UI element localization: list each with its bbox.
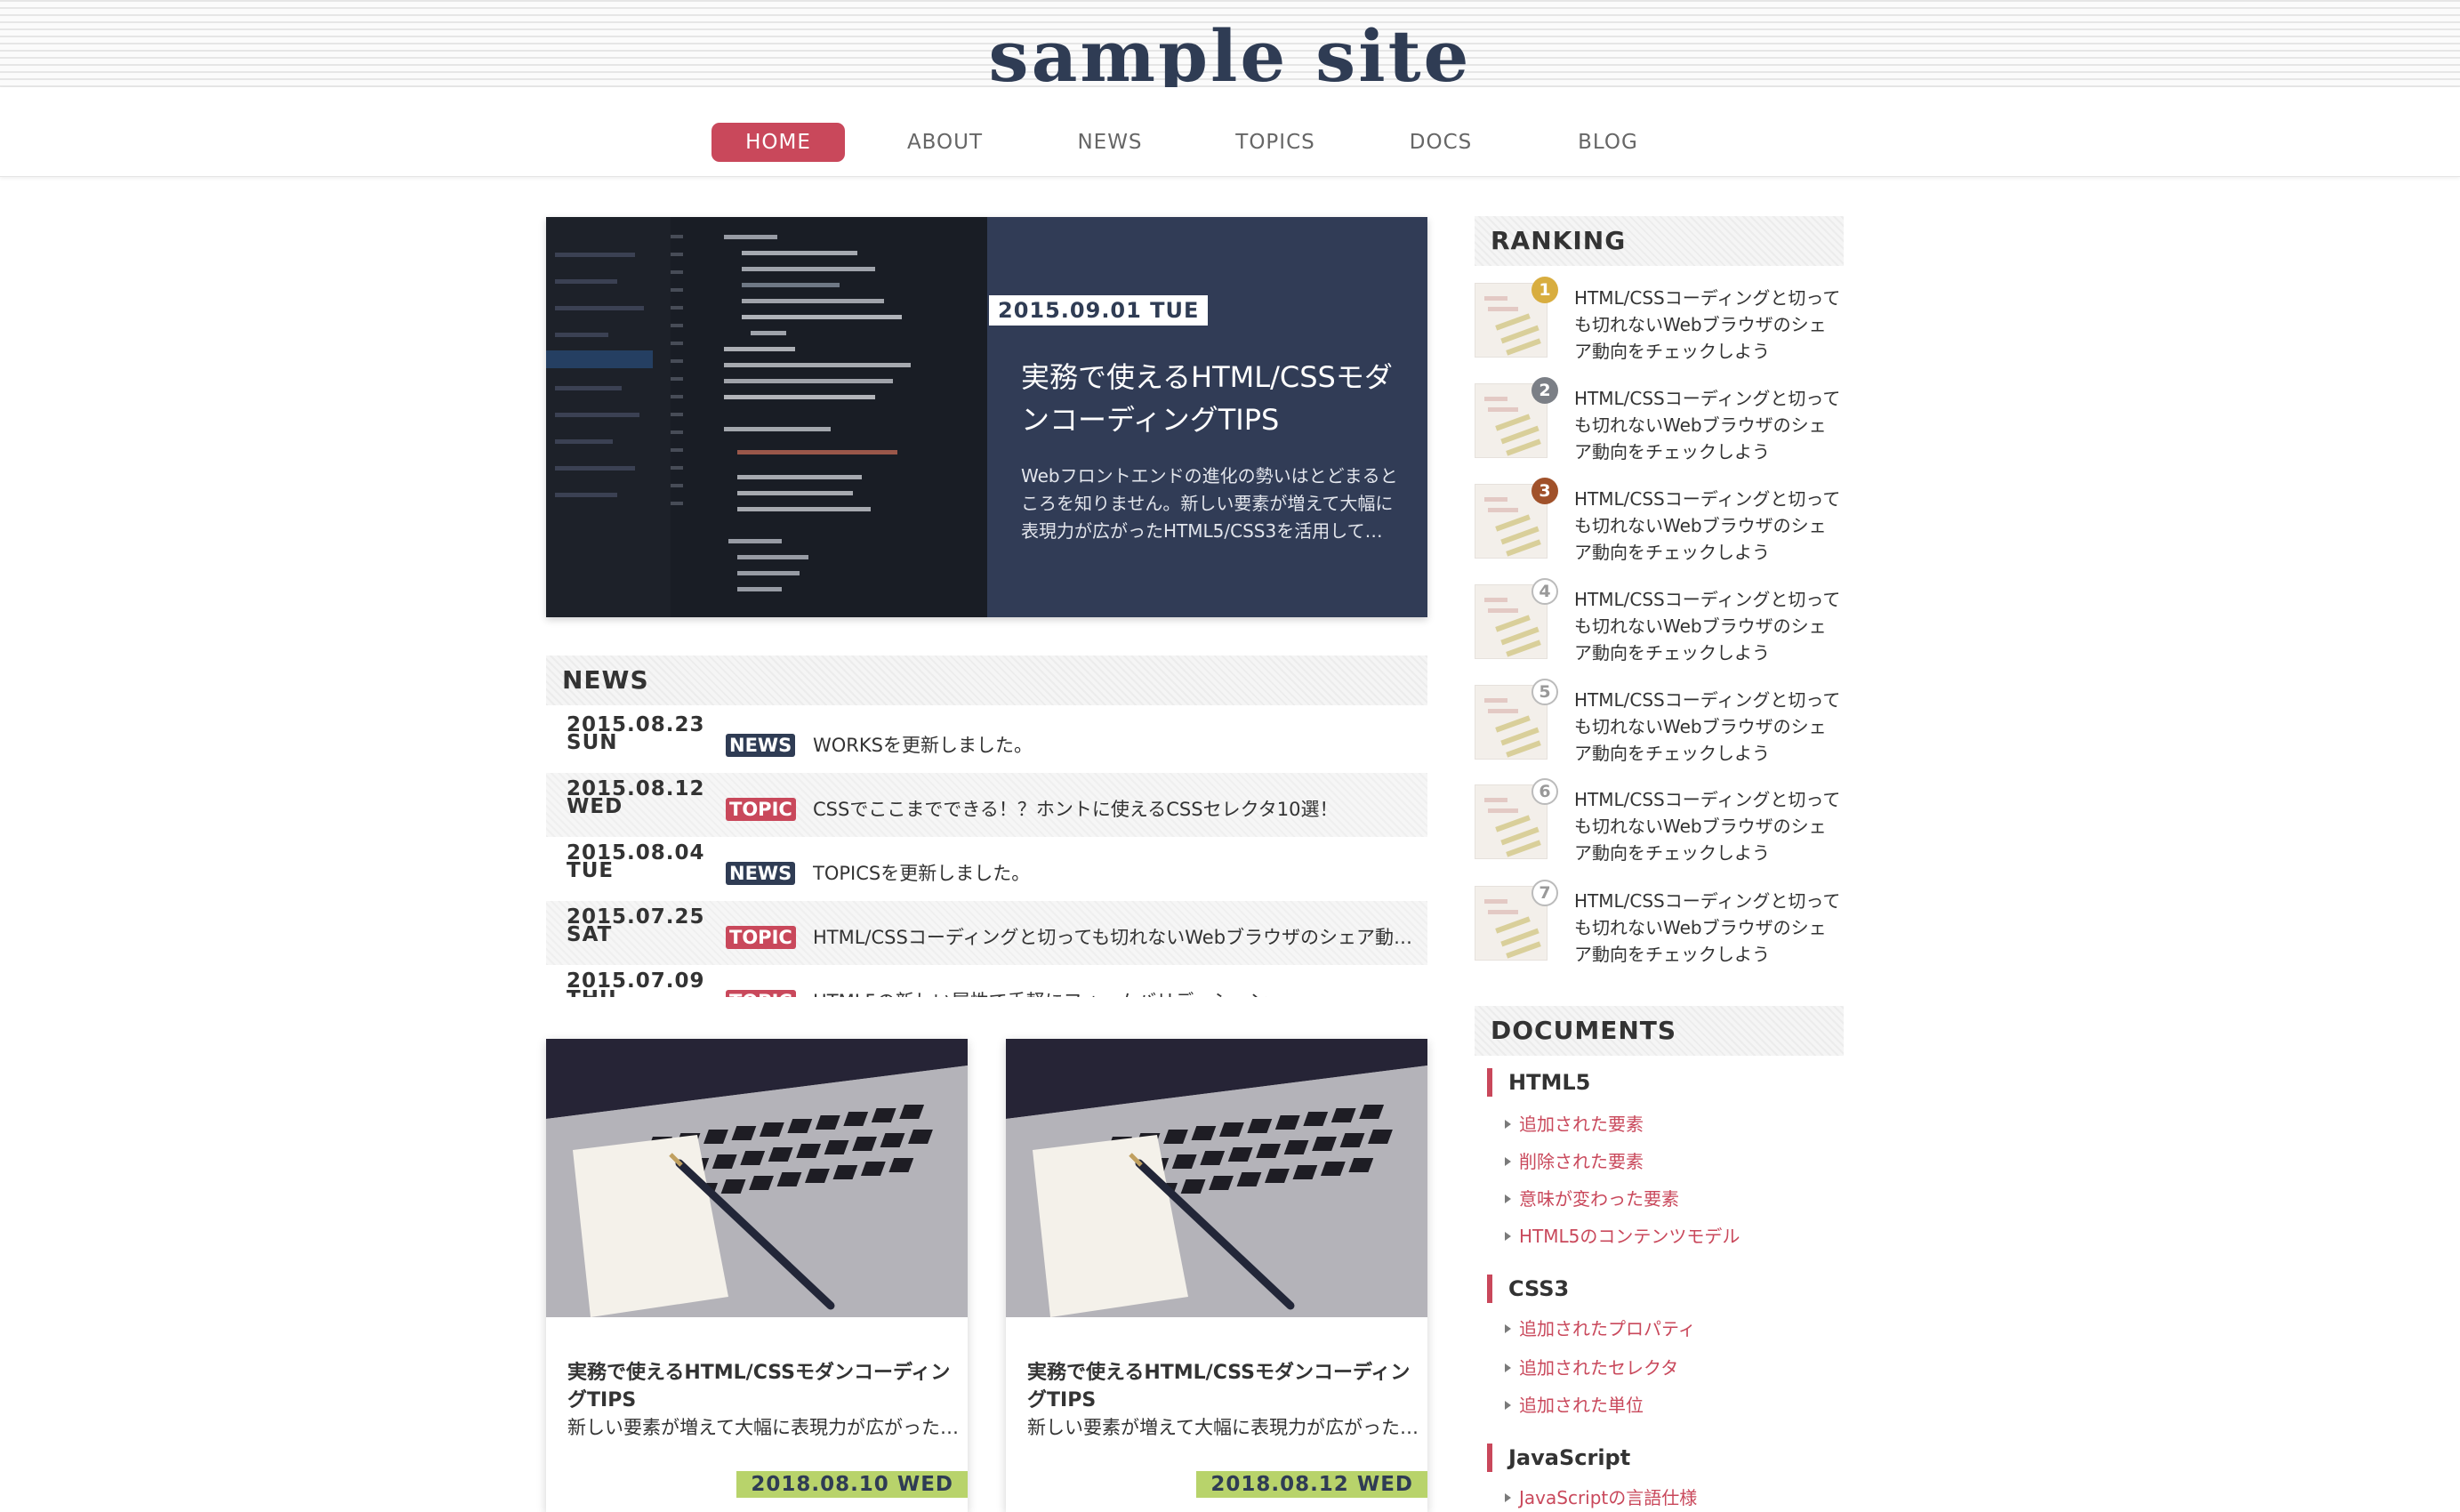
card-title[interactable]: 実務で使えるHTML/CSSモダンコーディングTIPS [1027,1359,1419,1414]
card-description: 新しい要素が増えて大幅に表現力が広がったHTML5/CSS3 [567,1417,959,1438]
news-title[interactable]: WORKSを更新しました。 [813,731,1418,760]
ranking-title[interactable]: HTML/CSSコーディングと切っても切れないWebブラウザのシェア動向をチェッ… [1574,285,1841,365]
global-nav: HOME ABOUT NEWS TOPICS DOCS BLOG [0,87,2460,177]
nav-home[interactable]: HOME [711,123,845,162]
topic-tag: TOPIC [726,926,796,949]
ranking-item[interactable]: 2 HTML/CSSコーディングと切っても切れないWebブラウザのシェア動向をチ… [1475,377,1844,472]
ranking-item[interactable]: 3 HTML/CSSコーディングと切っても切れないWebブラウザのシェア動向をチ… [1475,478,1844,573]
article-card[interactable]: 実務で使えるHTML/CSSモダンコーディングTIPS 新しい要素が増えて大幅に… [1006,1039,1427,1512]
code-editor-image [546,217,987,617]
hero-description: Webフロントエンドの進化の勢いはとどまるところを知りません。新しい要素が増えて… [1021,465,1398,542]
hero-article[interactable]: 2015.09.01 TUE 実務で使えるHTML/CSSモダンコーディングTI… [546,217,1427,617]
doc-category-javascript: JavaScript [1487,1444,1630,1472]
ranking-title[interactable]: HTML/CSSコーディングと切っても切れないWebブラウザのシェア動向をチェッ… [1574,385,1841,465]
news-title[interactable]: CSSでここまでできる！？ホントに使えるCSSセレクタ10選！ [813,795,1418,824]
doc-link[interactable]: 追加されたセレクタ [1505,1355,1678,1381]
ranking-title[interactable]: HTML/CSSコーディングと切っても切れないWebブラウザのシェア動向をチェッ… [1574,486,1841,566]
ranking-item[interactable]: 1 HTML/CSSコーディングと切っても切れないWebブラウザのシェア動向をチ… [1475,277,1844,372]
rank-badge: 7 [1531,880,1558,906]
news-date: 2015.08.12 WED [567,777,705,818]
rank-badge: 5 [1531,679,1558,705]
news-heading: NEWS [546,655,1427,705]
ranking-item[interactable]: 7 HTML/CSSコーディングと切っても切れないWebブラウザのシェア動向をチ… [1475,880,1844,975]
nav-topics[interactable]: TOPICS [1217,123,1334,162]
doc-link[interactable]: 削除された要素 [1505,1148,1644,1175]
news-row[interactable]: 2015.07.09THU TOPIC HTML5の新しい属性で手軽にフォームバ… [546,965,1427,997]
rank-badge: 6 [1531,778,1558,805]
news-title[interactable]: HTML5の新しい属性で手軽にフォームバリデーション [813,987,1418,997]
ranking-heading: RANKING [1475,216,1844,266]
doc-link[interactable]: JavaScriptの言語仕様 [1505,1484,1697,1511]
doc-category-css3: CSS3 [1487,1275,1569,1303]
card-description: 新しい要素が増えて大幅に表現力が広がったHTML5/CSS3 [1027,1417,1419,1438]
card-date: 2018.08.12 WED [1196,1471,1427,1498]
news-date: 2015.07.25 SAT [567,905,705,946]
news-date: 2015.08.23 SUN [567,713,705,754]
news-row[interactable]: 2015.08.12 WED TOPIC CSSでここまでできる！？ホントに使える… [546,773,1427,837]
news-tag: NEWS [726,862,796,885]
nav-news[interactable]: NEWS [1057,123,1163,162]
laptop-notebook-image [1006,1039,1427,1317]
news-row[interactable]: 2015.07.25 SAT TOPIC HTML/CSSコーディングと切っても切… [546,901,1427,965]
news-date: 2015.08.04 TUE [567,841,705,882]
ranking-item[interactable]: 6 HTML/CSSコーディングと切っても切れないWebブラウザのシェア動向をチ… [1475,778,1844,873]
ranking-item[interactable]: 5 HTML/CSSコーディングと切っても切れないWebブラウザのシェア動向をチ… [1475,679,1844,774]
nav-about[interactable]: ABOUT [889,123,1001,162]
news-title[interactable]: TOPICSを更新しました。 [813,859,1418,888]
news-tag: NEWS [726,734,796,757]
topic-tag: TOPIC [726,798,796,821]
doc-link[interactable]: 追加されたプロパティ [1505,1315,1696,1342]
news-list: 2015.08.23 SUN NEWS WORKSを更新しました。 2015.08… [546,709,1427,997]
news-row[interactable]: 2015.08.23 SUN NEWS WORKSを更新しました。 [546,709,1427,773]
rank-badge: 4 [1531,578,1558,605]
ranking-title[interactable]: HTML/CSSコーディングと切っても切れないWebブラウザのシェア動向をチェッ… [1574,786,1841,866]
laptop-notebook-image [546,1039,968,1317]
doc-link[interactable]: 意味が変わった要素 [1505,1186,1679,1212]
news-title[interactable]: HTML/CSSコーディングと切っても切れないWebブラウザのシェア動向をチェッ… [813,923,1418,952]
topic-tag: TOPIC [726,990,796,997]
card-date: 2018.08.10 WED [736,1471,968,1498]
ranking-title[interactable]: HTML/CSSコーディングと切っても切れないWebブラウザのシェア動向をチェッ… [1574,888,1841,968]
article-card[interactable]: 実務で使えるHTML/CSSモダンコーディングTIPS 新しい要素が増えて大幅に… [546,1039,968,1512]
doc-link[interactable]: HTML5のコンテンツモデル [1505,1223,1740,1250]
ranking-title[interactable]: HTML/CSSコーディングと切っても切れないWebブラウザのシェア動向をチェッ… [1574,687,1841,767]
news-date: 2015.07.09THU [567,969,705,998]
site-logo[interactable]: sample site [0,16,2460,96]
hero-text-panel: 2015.09.01 TUE 実務で使えるHTML/CSSモダンコーディングTI… [987,217,1427,617]
ranking-title[interactable]: HTML/CSSコーディングと切っても切れないWebブラウザのシェア動向をチェッ… [1574,586,1841,666]
rank-badge: 1 [1531,277,1558,303]
nav-blog[interactable]: BLOG [1555,123,1661,162]
rank-badge: 3 [1531,478,1558,504]
doc-category-html5: HTML5 [1487,1068,1590,1097]
doc-link[interactable]: 追加された単位 [1505,1392,1644,1419]
news-row[interactable]: 2015.08.04 TUE NEWS TOPICSを更新しました。 [546,837,1427,901]
rank-badge: 2 [1531,377,1558,404]
card-title[interactable]: 実務で使えるHTML/CSSモダンコーディングTIPS [567,1359,959,1414]
ranking-item[interactable]: 4 HTML/CSSコーディングと切っても切れないWebブラウザのシェア動向をチ… [1475,578,1844,673]
nav-docs[interactable]: DOCS [1387,123,1494,162]
hero-title[interactable]: 実務で使えるHTML/CSSモダンコーディングTIPS [1021,356,1412,441]
doc-link[interactable]: 追加された要素 [1505,1111,1644,1138]
hero-date: 2015.09.01 TUE [989,295,1209,326]
documents-heading: DOCUMENTS [1475,1006,1844,1056]
